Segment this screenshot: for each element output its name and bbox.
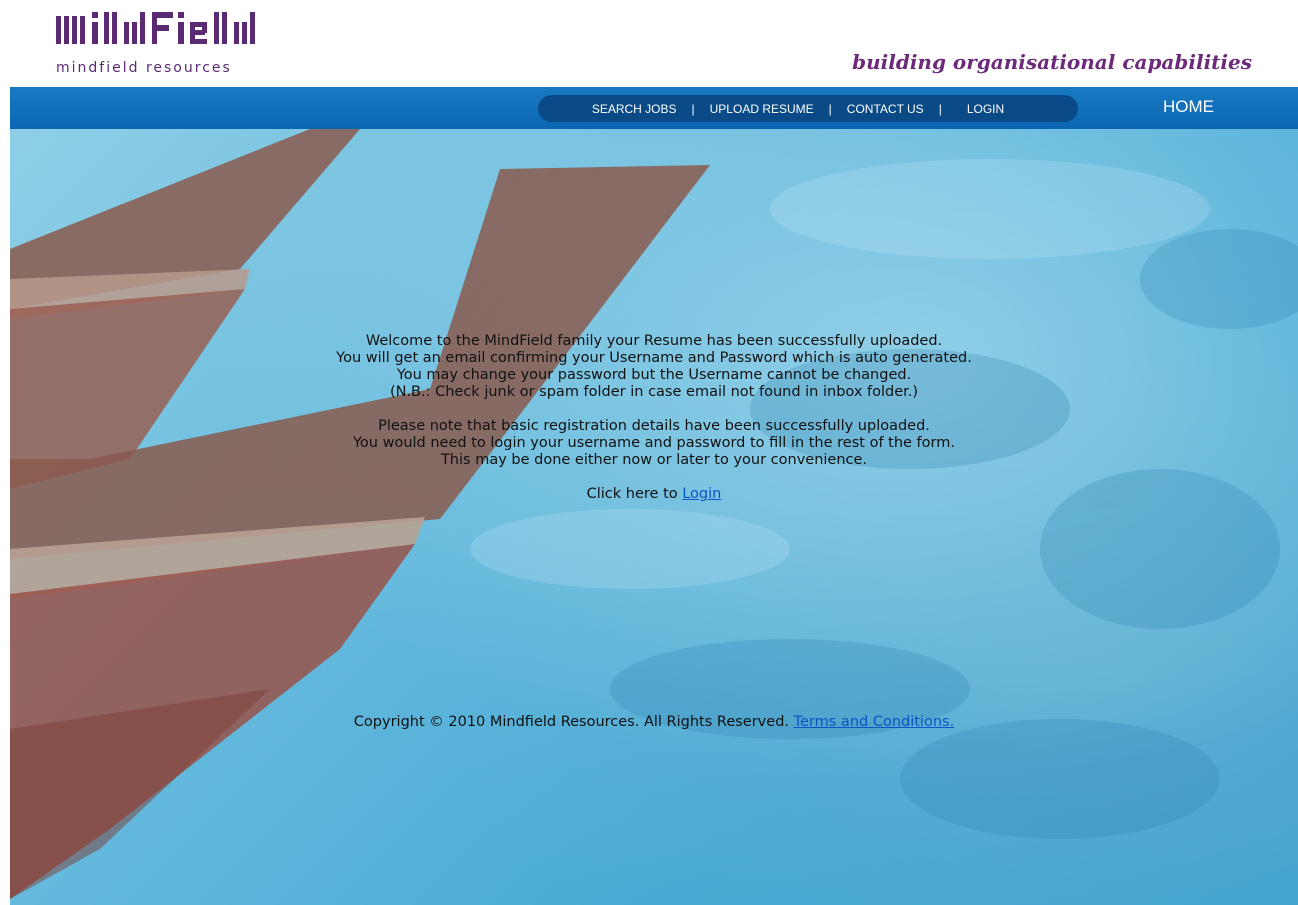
message-line: Welcome to the MindField family your Res… <box>365 333 943 349</box>
logo-mark-icon <box>56 12 255 44</box>
message-line: You would need to login your username an… <box>353 435 955 451</box>
nav-login-link[interactable]: LOGIN <box>955 102 1026 116</box>
site-header: mindfield resources building organisatio… <box>0 0 1298 87</box>
message-line: This may be done either now or later to … <box>440 452 868 468</box>
copyright-text: Copyright © 2010 Mindfield Resources. Al… <box>353 714 794 730</box>
login-prompt: Click here to Login <box>10 486 1298 503</box>
nav-home-link[interactable]: HOME <box>1163 97 1214 117</box>
content-area: Welcome to the MindField family your Res… <box>10 129 1298 905</box>
message-line: You will get an email confirming your Us… <box>336 350 972 366</box>
nav-search-jobs-link[interactable]: SEARCH JOBS <box>590 102 679 116</box>
message-line: Please note that basic registration deta… <box>378 418 930 434</box>
upload-confirmation-paragraph: Welcome to the MindField family your Res… <box>10 333 1298 401</box>
nav-separator: | <box>691 101 695 116</box>
registration-note-paragraph: Please note that basic registration deta… <box>10 418 1298 469</box>
confirmation-message: Welcome to the MindField family your Res… <box>10 333 1298 520</box>
login-prompt-text: Click here to <box>586 486 683 502</box>
nav-separator: | <box>828 101 832 116</box>
page: mindfield resources building organisatio… <box>0 0 1298 905</box>
nav-upload-resume-link[interactable]: UPLOAD RESUME <box>708 102 816 116</box>
main-navigation: SEARCH JOBS | UPLOAD RESUME | CONTACT US… <box>10 87 1298 129</box>
login-link[interactable]: Login <box>682 486 721 502</box>
terms-and-conditions-link[interactable]: Terms and Conditions. <box>794 714 955 730</box>
nav-contact-us-link[interactable]: CONTACT US <box>845 102 926 116</box>
site-logo[interactable]: mindfield resources <box>54 8 294 78</box>
site-tagline: building organisational capabilities <box>852 50 1252 74</box>
message-line: You may change your password but the Use… <box>396 367 912 383</box>
logo-subtitle: mindfield resources <box>56 60 232 76</box>
nav-separator: | <box>938 101 942 116</box>
footer-copyright: Copyright © 2010 Mindfield Resources. Al… <box>10 714 1298 730</box>
message-line: (N.B.: Check junk or spam folder in case… <box>389 384 919 400</box>
nav-pill: SEARCH JOBS | UPLOAD RESUME | CONTACT US… <box>538 95 1078 122</box>
